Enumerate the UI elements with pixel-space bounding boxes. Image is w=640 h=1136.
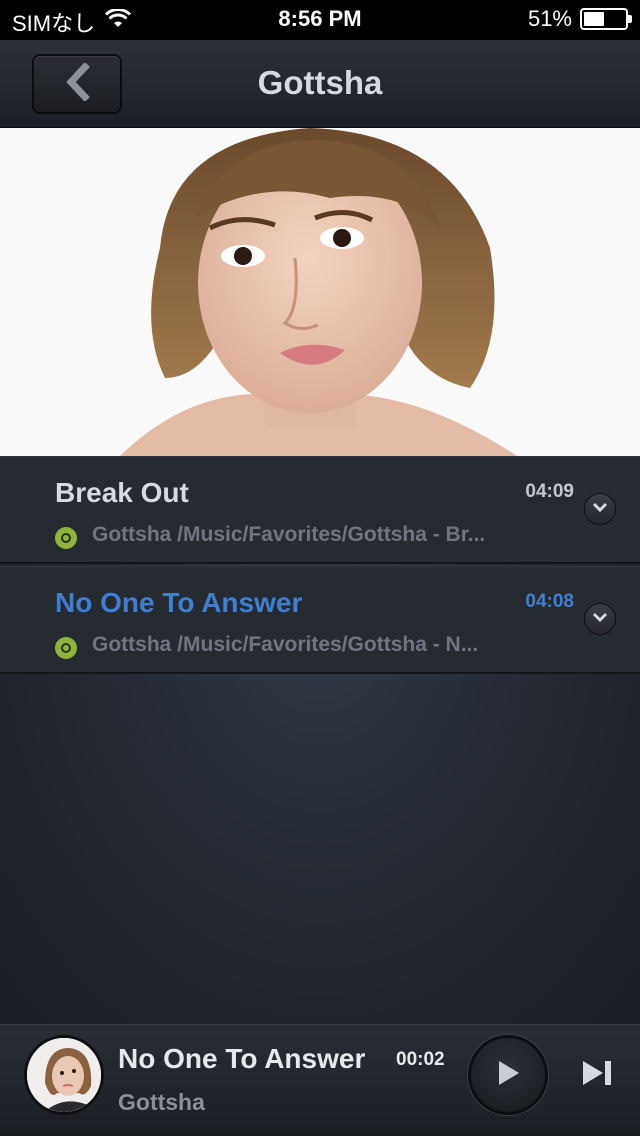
battery-icon <box>580 8 632 30</box>
track-duration: 04:09 <box>525 481 574 502</box>
track-row[interactable]: No One To Answer 04:08 Gottsha /Music/Fa… <box>0 566 640 674</box>
track-title: No One To Answer <box>55 587 303 618</box>
artist-photo <box>0 128 640 456</box>
track-duration: 04:08 <box>525 591 574 612</box>
next-track-button[interactable] <box>578 1059 618 1091</box>
track-row[interactable]: Break Out 04:09 Gottsha /Music/Favorites… <box>0 456 640 564</box>
music-source-icon <box>55 637 77 659</box>
expand-track-button[interactable] <box>584 603 616 635</box>
status-right: 51% <box>527 6 632 32</box>
status-bar: SIMなし 8:56 PM 51% <box>0 0 640 40</box>
now-playing-artist: Gottsha <box>118 1089 205 1115</box>
track-path: Gottsha /Music/Favorites/Gottsha - Br... <box>92 523 486 546</box>
track-title: Break Out <box>55 477 189 508</box>
now-playing-bar[interactable]: No One To Answer 00:02 Gottsha <box>0 1024 640 1136</box>
now-playing-title: No One To Answer <box>118 1043 366 1074</box>
track-list: Break Out 04:09 Gottsha /Music/Favorites… <box>0 456 640 1024</box>
music-source-icon <box>55 527 77 549</box>
track-path: Gottsha /Music/Favorites/Gottsha - N... <box>92 633 479 656</box>
chevron-down-icon <box>592 610 608 628</box>
expand-track-button[interactable] <box>584 493 616 525</box>
elapsed-time: 00:02 <box>396 1049 445 1070</box>
navigation-bar: Gottsha <box>0 40 640 128</box>
battery-percent: 51% <box>527 6 572 31</box>
chevron-down-icon <box>592 500 608 518</box>
page-title: Gottsha <box>257 64 383 101</box>
play-button[interactable] <box>468 1035 548 1115</box>
battery-level-fill <box>584 12 605 26</box>
album-art[interactable] <box>24 1035 104 1115</box>
play-icon <box>495 1059 521 1092</box>
next-track-icon <box>581 1059 615 1092</box>
